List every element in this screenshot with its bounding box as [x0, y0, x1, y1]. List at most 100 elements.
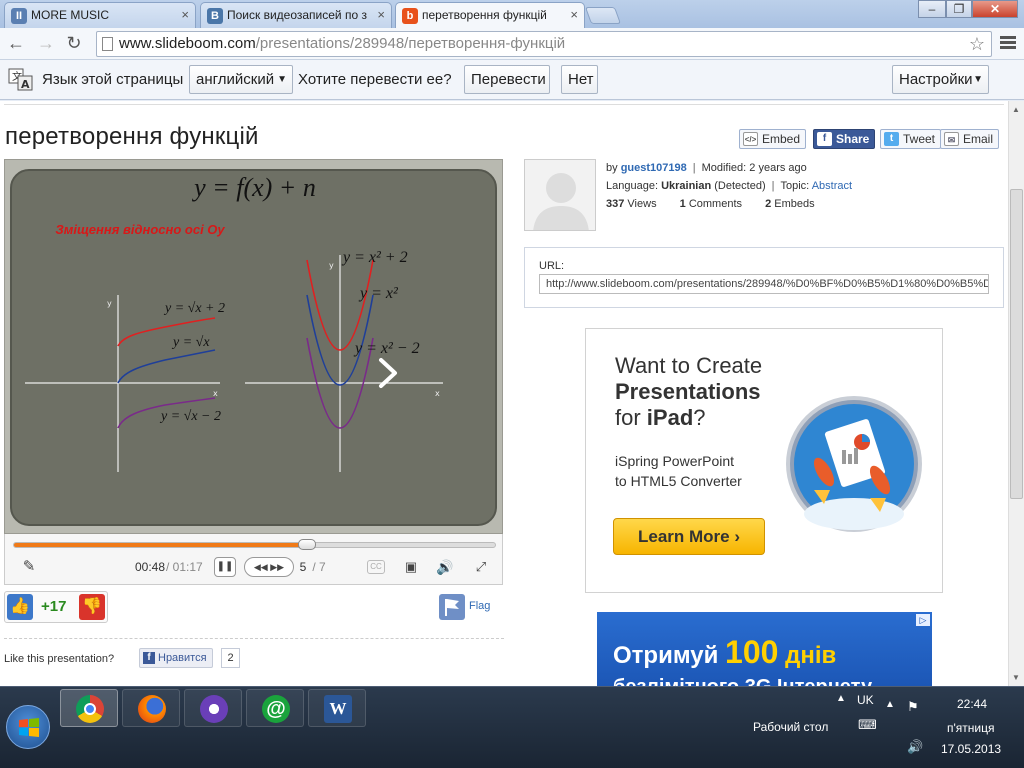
action-center-flag-icon[interactable]: ⚑	[907, 699, 919, 715]
star-icon[interactable]: ☆	[969, 32, 985, 56]
view-mode-icon[interactable]: ▣	[401, 557, 421, 577]
language-select[interactable]: английский ▼	[189, 65, 293, 94]
language-indicator[interactable]: UK	[857, 693, 874, 707]
rocket-presentation-icon	[786, 396, 922, 532]
reload-icon[interactable]: ↻	[64, 34, 84, 54]
settings-button[interactable]: Настройки ▼	[892, 65, 989, 94]
scroll-up-icon[interactable]: ▲	[1012, 105, 1020, 114]
volume-icon[interactable]: 🔊	[435, 557, 455, 577]
ad-subtext: iSpring PowerPoint to HTML5 Converter	[615, 451, 742, 491]
slide-viewer[interactable]: y = f(x) + n Зміщення відносно осі Оу x …	[4, 159, 503, 534]
settings-label: Настройки	[899, 71, 973, 88]
tab-vk-search[interactable]: B Поиск видеозаписей по з ×	[200, 2, 392, 28]
progress-bar[interactable]	[13, 539, 496, 550]
taskbar-chrome[interactable]	[60, 689, 118, 727]
label-sqrt-plus-2: y = √x + 2	[163, 301, 225, 316]
ad2-line1c: днів	[778, 642, 837, 669]
translate-button[interactable]: Перевести	[464, 65, 550, 94]
author-link[interactable]: guest107198	[621, 162, 687, 174]
adchoices-icon[interactable]: ▷	[916, 614, 930, 626]
minimize-button[interactable]: –	[918, 0, 946, 18]
embeds-label: Embeds	[774, 198, 815, 210]
close-icon[interactable]: ×	[570, 3, 578, 27]
firefox-icon	[138, 695, 166, 723]
forward-arrow-icon[interactable]: →	[36, 34, 56, 54]
flag-label: Flag	[469, 600, 491, 612]
ispring-ad[interactable]: Want to Create Presentations for iPad? i…	[585, 328, 943, 593]
duration: / 01:17	[166, 560, 203, 574]
scroll-down-icon[interactable]: ▼	[1012, 673, 1020, 682]
scrollbar-thumb[interactable]	[1010, 189, 1023, 499]
previous-icon[interactable]: ◀◀	[254, 562, 268, 572]
facebook-like-button[interactable]: f Нравится	[139, 648, 213, 668]
prev-next-buttons[interactable]: ◀◀ ▶▶	[244, 557, 294, 577]
show-hidden-icons-icon[interactable]: ▲	[836, 693, 846, 704]
desktop-label[interactable]: Рабочий стол	[753, 720, 828, 734]
windows-taskbar: @ W UK ▲ ▲ ⚑ ⌨ Рабочий стол 🔊 22:44 п'ят…	[0, 686, 1024, 768]
taskbar-mail-agent[interactable]: @	[246, 689, 304, 727]
taskbar-bittorrent[interactable]	[184, 689, 242, 727]
facebook-share-button[interactable]: f Share	[813, 129, 875, 149]
cc-button[interactable]: CC	[367, 560, 385, 574]
web-page: перетворення функцій </> Embed f Share t…	[0, 101, 1024, 686]
learn-more-button[interactable]: Learn More ›	[613, 518, 765, 555]
close-icon[interactable]: ×	[377, 3, 385, 27]
label-parabola-minus-2: y = x² − 2	[353, 340, 420, 357]
menu-icon[interactable]	[1000, 34, 1016, 54]
progress-knob[interactable]	[298, 539, 317, 550]
maximize-button[interactable]: ❐	[946, 0, 972, 18]
topic-link[interactable]: Abstract	[812, 180, 852, 192]
keyboard-icon[interactable]: ⌨	[858, 717, 877, 733]
taskbar-word[interactable]: W	[308, 689, 366, 727]
tab-more-music[interactable]: II MORE MUSIC ×	[4, 2, 196, 28]
ad2-line1: Отримуй 100 днів	[613, 634, 836, 671]
pencil-icon[interactable]: ✎	[19, 557, 39, 577]
page-scrollbar[interactable]: ▲ ▼	[1008, 101, 1024, 686]
share-url-input[interactable]: http://www.slideboom.com/presentations/2…	[539, 274, 989, 294]
no-button[interactable]: Нет	[561, 65, 598, 94]
close-icon[interactable]: ×	[181, 3, 189, 27]
like-question: Like this presentation?	[4, 653, 115, 665]
avatar[interactable]	[524, 159, 596, 231]
y-axis-label: y	[107, 299, 112, 308]
code-icon: </>	[743, 132, 758, 146]
close-window-button[interactable]: ✕	[972, 0, 1018, 18]
email-label: Email	[963, 132, 994, 146]
label-sqrt: y = √x	[171, 335, 210, 350]
tray-arrow-icon[interactable]: ▲	[885, 699, 895, 710]
ad-line3c: ?	[693, 405, 706, 430]
player-controls: ✎ 00:48 / 01:17 ❚❚ ◀◀ ▶▶ 5 / 7 CC ▣ 🔊 ⤢	[4, 534, 503, 585]
embeds-count: 2	[765, 198, 772, 210]
volume-icon[interactable]: 🔊	[907, 739, 923, 755]
thumbs-up-icon[interactable]: 👍	[7, 594, 33, 620]
next-icon[interactable]: ▶▶	[270, 562, 284, 572]
tab-slideboom[interactable]: b перетворення функцій ×	[395, 2, 585, 29]
pause-button[interactable]: ❚❚	[214, 557, 236, 577]
clock-time[interactable]: 22:44	[957, 697, 987, 711]
tab-label: перетворення функцій	[422, 8, 547, 22]
fullscreen-icon[interactable]: ⤢	[471, 557, 491, 577]
vk-icon: B	[207, 8, 223, 24]
slide-graphic: y = f(x) + n Зміщення відносно осі Оу x …	[10, 169, 497, 526]
email-button[interactable]: ✉ Email	[940, 129, 1000, 149]
thumbs-down-icon[interactable]: 👎	[79, 594, 105, 620]
clock-date: 17.05.2013	[941, 742, 1002, 756]
back-arrow-icon[interactable]: ←	[6, 34, 26, 54]
flag-button[interactable]: Flag	[439, 594, 509, 620]
windows-start-button[interactable]	[6, 705, 50, 749]
new-tab-button[interactable]	[584, 7, 622, 24]
next-slide-arrow-icon[interactable]	[375, 356, 403, 390]
tweet-button[interactable]: t Tweet	[880, 129, 942, 149]
embed-button[interactable]: </> Embed	[739, 129, 807, 149]
progress-fill	[14, 543, 308, 547]
address-bar[interactable]: www.slideboom.com/presentations/289948/п…	[96, 31, 992, 57]
bittorrent-icon	[200, 695, 228, 723]
chrome-icon	[76, 695, 104, 723]
label-parabola: y = x²	[358, 285, 399, 302]
taskbar-firefox[interactable]	[122, 689, 180, 727]
envelope-icon: ✉	[944, 132, 959, 146]
url-host: www.slideboom.com	[119, 35, 256, 52]
windows-logo-icon	[19, 718, 39, 737]
topic-label: Topic:	[780, 180, 810, 192]
3g-internet-ad[interactable]: Отримуй 100 днів безлімітного 3G Інтерне…	[597, 612, 932, 686]
